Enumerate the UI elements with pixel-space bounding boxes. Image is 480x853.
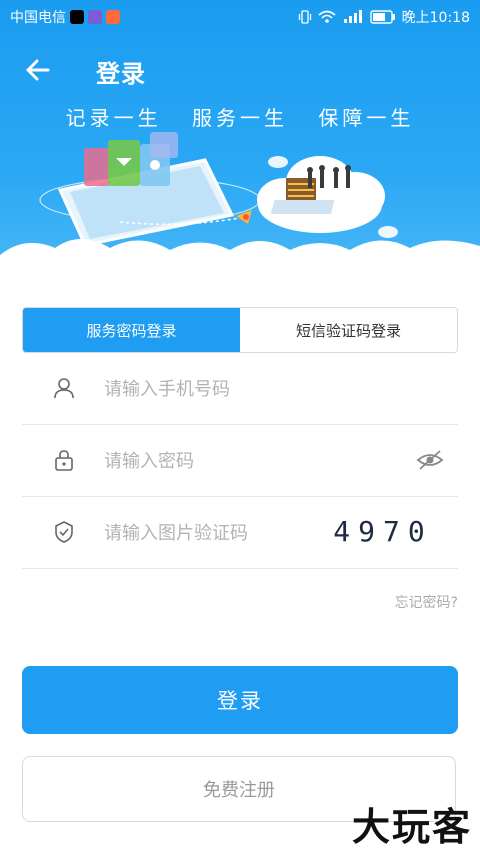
carrier-label: 中国电信 [10,10,66,26]
status-bar: 中国电信 晚上10:18 [0,0,480,32]
eye-hidden-icon[interactable] [416,448,444,472]
status-left: 中国电信 [10,7,120,27]
card-mail [84,148,110,186]
video-app-icon [106,10,120,24]
status-right: 晚上10:18 [298,7,470,27]
forgot-password-link[interactable]: 忘记密码? [395,592,458,612]
watermark-text: 大玩客 [351,804,472,849]
mic-glyph [150,160,160,170]
login-mode-tabs: 服务密码登录 短信验证码登录 [22,307,458,353]
phone-row [22,352,458,425]
login-button[interactable]: 登录 [22,666,458,734]
signal-icon [343,10,362,23]
lock-icon [55,450,73,471]
wifi-icon [318,10,336,23]
tab-password-login[interactable]: 服务密码登录 [23,308,240,352]
title-bar: 登录 [0,46,480,94]
captcha-image[interactable]: 4970 [328,512,438,550]
tab-sms-login[interactable]: 短信验证码登录 [240,308,457,352]
card-profile [150,132,178,158]
app-notification-icon [88,10,102,24]
clock-label: 晚上10:18 [401,10,470,26]
battery-icon [369,10,395,24]
cloud-band [0,239,480,285]
page-title: 登录 [96,60,146,88]
card-platform [270,200,335,214]
user-icon [54,378,74,399]
back-arrow-icon[interactable] [22,54,54,86]
password-row [22,424,458,497]
captcha-input[interactable] [102,516,336,550]
shield-check-icon [55,521,73,543]
captcha-row: 4970 [22,496,458,569]
tiktok-icon [70,10,84,24]
header-banner: 中国电信 晚上10:18 登录 记录一生 服务一生 保障一生 [0,0,480,285]
password-input[interactable] [102,444,336,478]
phone-input[interactable] [102,372,336,406]
vibrate-icon [298,10,311,24]
banner-illustration [0,132,480,285]
